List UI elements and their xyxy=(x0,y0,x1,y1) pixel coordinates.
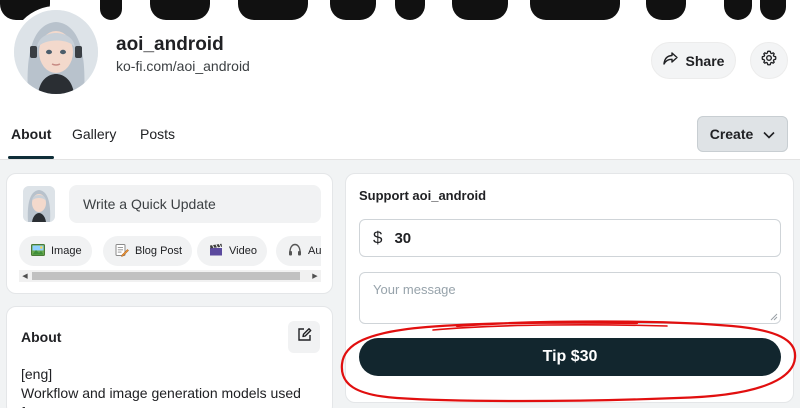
share-button[interactable]: Share xyxy=(651,42,736,79)
gear-icon xyxy=(761,50,777,71)
post-type-image[interactable]: Image xyxy=(19,236,92,266)
profile-url[interactable]: ko-fi.com/aoi_android xyxy=(116,58,250,74)
chevron-down-icon xyxy=(763,126,775,142)
support-title: Support aoi_android xyxy=(359,188,487,203)
settings-button[interactable] xyxy=(750,42,788,79)
post-type-row: Image Blog Post Video Au xyxy=(19,236,321,268)
image-icon xyxy=(31,243,45,259)
create-button[interactable]: Create xyxy=(697,116,788,152)
tab-gallery[interactable]: Gallery xyxy=(72,126,116,142)
quick-update-card: Write a Quick Update Image Blog Post Vid… xyxy=(6,173,333,294)
message-field[interactable]: Your message xyxy=(359,272,781,324)
create-label: Create xyxy=(709,126,754,142)
headphones-icon xyxy=(288,243,302,259)
resize-grip-icon[interactable] xyxy=(770,313,778,321)
tip-button[interactable]: Tip $30 xyxy=(359,338,781,376)
about-title: About xyxy=(21,329,62,345)
about-card: About [eng] Workflow and image generatio… xyxy=(6,306,333,408)
active-tab-indicator xyxy=(8,156,54,159)
profile-header xyxy=(0,0,800,160)
profile-username: aoi_android xyxy=(116,34,224,55)
profile-avatar[interactable] xyxy=(10,6,102,98)
edit-about-button[interactable] xyxy=(288,321,320,353)
pill-label: Video xyxy=(229,245,257,257)
post-type-video[interactable]: Video xyxy=(197,236,267,266)
tab-posts[interactable]: Posts xyxy=(140,126,175,142)
scroll-left-arrow-icon[interactable]: ◀ xyxy=(19,270,31,282)
edit-pencil-icon xyxy=(297,327,312,347)
support-card: Support aoi_android $ 30 Your message Ti… xyxy=(345,173,794,403)
message-placeholder: Your message xyxy=(373,282,456,297)
cover-banner xyxy=(0,0,800,24)
post-type-blog-post[interactable]: Blog Post xyxy=(103,236,193,266)
about-line: [eng] xyxy=(21,366,53,382)
blog-post-icon xyxy=(115,243,129,260)
pill-label: Audi xyxy=(308,245,321,257)
scroll-right-arrow-icon[interactable]: ▶ xyxy=(309,270,321,282)
currency-symbol: $ xyxy=(373,228,383,247)
pill-label: Image xyxy=(51,245,82,257)
pill-label: Blog Post xyxy=(135,245,183,257)
about-text: [eng] Workflow and image generation mode… xyxy=(21,365,321,408)
tip-amount-field[interactable]: $ 30 xyxy=(359,219,781,257)
video-clapper-icon xyxy=(209,243,223,259)
horizontal-scrollbar[interactable]: ◀ ▶ xyxy=(19,270,321,282)
quick-update-input[interactable]: Write a Quick Update xyxy=(69,185,321,223)
share-icon xyxy=(662,52,678,69)
about-line: Workflow and image generation models use… xyxy=(21,385,301,408)
tab-about[interactable]: About xyxy=(11,126,51,142)
share-label: Share xyxy=(685,52,725,69)
tip-amount-value: 30 xyxy=(394,229,412,247)
post-type-audio[interactable]: Audi xyxy=(276,236,321,266)
scrollbar-thumb[interactable] xyxy=(32,272,300,280)
avatar xyxy=(23,186,55,222)
